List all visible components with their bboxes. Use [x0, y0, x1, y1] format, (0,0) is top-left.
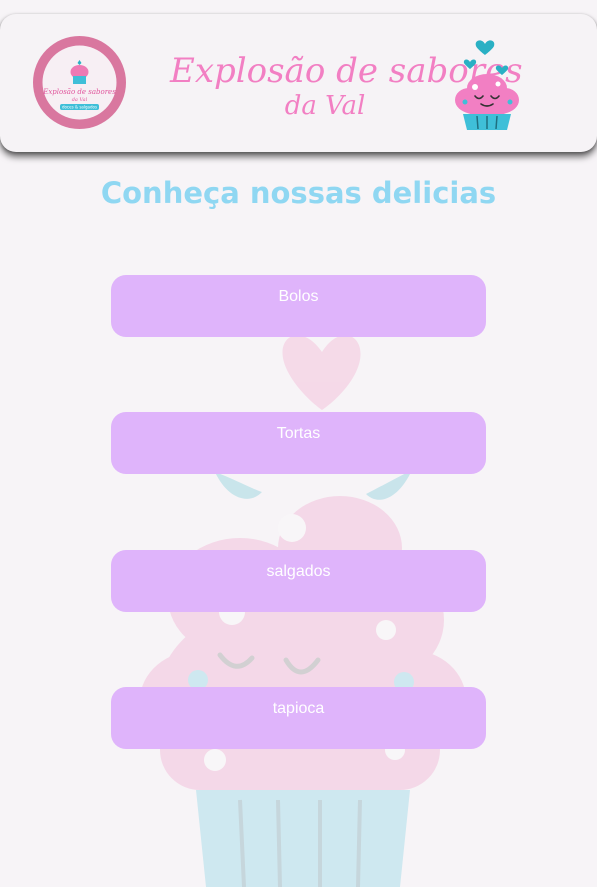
brand-wordmark: Explosão de sabores da Val — [169, 40, 523, 130]
site-header: Explosão de sabores da Val doces & salga… — [0, 14, 597, 152]
bolos-button[interactable]: Bolos — [111, 275, 486, 337]
salgados-button[interactable]: salgados — [111, 550, 486, 612]
logo-text: Explosão de sabores — [42, 88, 116, 96]
logo-subtext: da Val — [72, 97, 88, 103]
tortas-button[interactable]: Tortas — [111, 412, 486, 474]
logo-tagline: doces & salgados — [62, 105, 97, 110]
brand-subtitle: da Val — [285, 91, 366, 121]
tapioca-button[interactable]: tapioca — [111, 687, 486, 749]
brand-logo[interactable]: Explosão de sabores da Val doces & salga… — [33, 36, 126, 129]
page-title: Conheça nossas delicias — [100, 176, 497, 210]
